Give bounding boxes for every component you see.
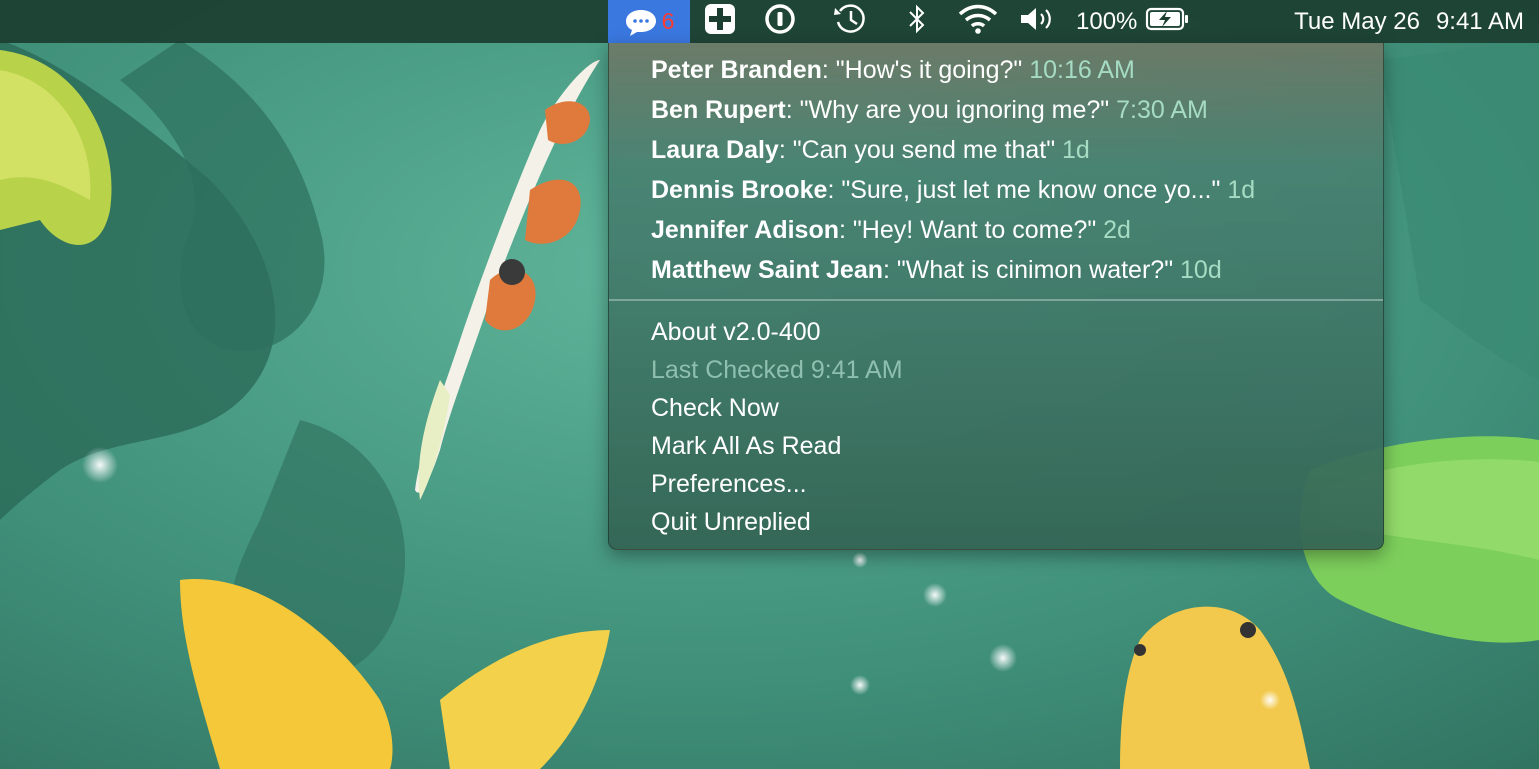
message-item[interactable]: Jennifer Adison: "Hey! Want to come?" 2d: [651, 210, 1131, 250]
message-timestamp: 1d: [1062, 136, 1090, 164]
medical-cross-icon: [703, 2, 737, 41]
about-menu-item[interactable]: About v2.0-400: [651, 313, 821, 351]
unread-count-badge: 6: [661, 8, 675, 34]
unreplied-dropdown-menu: Peter Branden: "How's it going?" 10:16 A…: [608, 43, 1384, 550]
message-sender: Matthew Saint Jean: [651, 256, 883, 284]
last-checked-menu-item: Last Checked 9:41 AM: [651, 356, 903, 384]
menubar-date: Tue May 26: [1294, 7, 1420, 35]
1password-menubar-item[interactable]: [760, 0, 800, 43]
time-machine-icon: [832, 2, 868, 41]
message-item[interactable]: Laura Daly: "Can you send me that" 1d: [651, 130, 1090, 170]
message-item[interactable]: Ben Rupert: "Why are you ignoring me?" 7…: [651, 90, 1208, 130]
message-sender: Peter Branden: [651, 56, 822, 84]
mark-all-read-menu-item[interactable]: Mark All As Read: [651, 427, 841, 465]
message-preview: : "Why are you ignoring me?": [785, 96, 1117, 124]
menubar-time: 9:41 AM: [1435, 7, 1524, 35]
1password-icon: [764, 3, 796, 40]
message-timestamp: 2d: [1103, 216, 1131, 244]
speech-bubble-icon: [624, 6, 658, 38]
message-sender: Dennis Brooke: [651, 176, 828, 204]
menu-bar: 6 100% Tue May 26 9:41 AM: [0, 0, 1539, 43]
message-item[interactable]: Peter Branden: "How's it going?" 10:16 A…: [651, 50, 1135, 90]
check-now-menu-item[interactable]: Check Now: [651, 389, 779, 427]
message-item[interactable]: Matthew Saint Jean: "What is cinimon wat…: [651, 250, 1222, 290]
preferences-menu-item[interactable]: Preferences...: [651, 465, 807, 503]
message-preview: : "Can you send me that": [778, 136, 1063, 164]
message-timestamp: 10:16 AM: [1029, 56, 1135, 84]
menu-separator: [609, 299, 1383, 301]
message-item[interactable]: Dennis Brooke: "Sure, just let me know o…: [651, 170, 1255, 210]
message-preview: : "What is cinimon water?": [883, 256, 1181, 284]
message-preview: : "Hey! Want to come?": [839, 216, 1104, 244]
battery-charging-icon: [1145, 6, 1191, 37]
bluetooth-menubar-item[interactable]: [900, 0, 934, 43]
time-machine-menubar-item[interactable]: [828, 0, 872, 43]
message-sender: Ben Rupert: [651, 96, 786, 124]
battery-menubar-item[interactable]: 100%: [1076, 0, 1202, 43]
wifi-icon: [957, 3, 999, 40]
volume-icon: [1018, 4, 1056, 39]
bluetooth-icon: [907, 4, 927, 39]
message-timestamp: 1d: [1227, 176, 1256, 204]
message-timestamp: 7:30 AM: [1116, 96, 1208, 124]
message-sender: Jennifer Adison: [651, 216, 839, 244]
quit-menu-item[interactable]: Quit Unreplied: [651, 503, 811, 541]
battery-percent: 100%: [1076, 7, 1138, 35]
message-timestamp: 10d: [1180, 256, 1222, 284]
message-sender: Laura Daly: [651, 136, 779, 164]
volume-menubar-item[interactable]: [1016, 0, 1058, 43]
clock-menubar-item[interactable]: Tue May 26 9:41 AM: [1238, 0, 1524, 43]
wifi-menubar-item[interactable]: [954, 0, 1002, 43]
medical-cross-menubar-item[interactable]: [700, 0, 740, 43]
message-preview: : "Sure, just let me know once yo...": [827, 176, 1228, 204]
unreplied-menubar-item[interactable]: 6: [608, 0, 690, 43]
message-preview: : "How's it going?": [821, 56, 1030, 84]
